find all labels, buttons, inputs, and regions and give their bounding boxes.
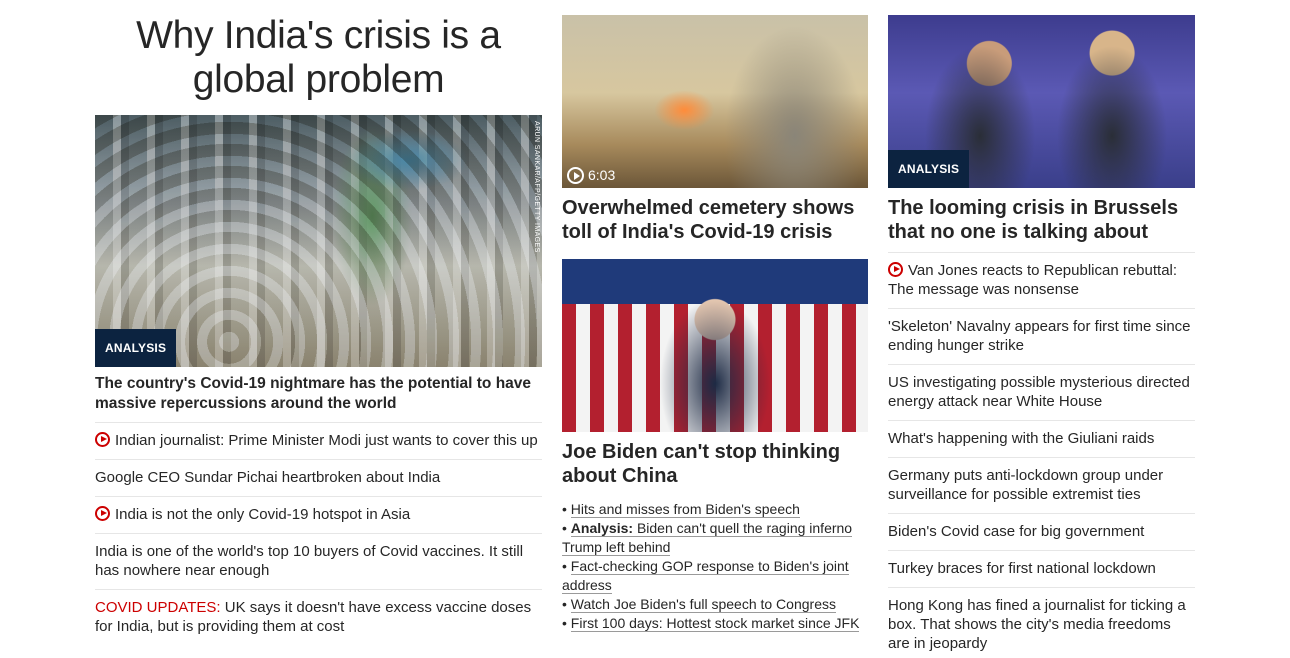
list-item-link[interactable]: What's happening with the Giuliani raids bbox=[888, 430, 1154, 447]
column-right: ANALYSIS The looming crisis in Brussels … bbox=[888, 0, 1195, 658]
biden-headline[interactable]: Joe Biden can't stop thinking about Chin… bbox=[562, 441, 868, 488]
list-item: COVID UPDATES: UK says it doesn't have e… bbox=[95, 589, 542, 645]
photo-credit: ARUN SANKAR/AFP/GETTY IMAGES bbox=[533, 121, 540, 253]
analysis-label: ANALYSIS bbox=[95, 329, 177, 367]
play-circle-icon bbox=[95, 432, 110, 447]
list-item-link[interactable]: India is not the only Covid-19 hotspot i… bbox=[95, 506, 410, 523]
bullet-link[interactable]: First 100 days: Hottest stock market sin… bbox=[570, 615, 860, 632]
biden-image[interactable] bbox=[562, 259, 868, 432]
list-item: Hong Kong has fined a journalist for tic… bbox=[888, 587, 1195, 658]
bullet-prefix: Analysis: bbox=[570, 520, 634, 536]
list-item-link[interactable]: Van Jones reacts to Republican rebuttal:… bbox=[888, 262, 1177, 298]
list-item: India is one of the world's top 10 buyer… bbox=[95, 533, 542, 589]
list-item: Turkey braces for first national lockdow… bbox=[888, 550, 1195, 587]
brussels-headline[interactable]: The looming crisis in Brussels that no o… bbox=[888, 197, 1195, 244]
list-item-link[interactable]: Turkey braces for first national lockdow… bbox=[888, 560, 1156, 577]
play-circle-icon bbox=[95, 506, 110, 521]
headline-list: Van Jones reacts to Republican rebuttal:… bbox=[888, 252, 1195, 658]
list-item-text: Turkey braces for first national lockdow… bbox=[888, 560, 1156, 577]
biden-bullets: • Hits and misses from Biden's speech • A… bbox=[562, 500, 868, 633]
related-list: Indian journalist: Prime Minister Modi j… bbox=[95, 422, 542, 645]
list-item-text: Germany puts anti-lockdown group under s… bbox=[888, 467, 1164, 503]
list-item: US investigating possible mysterious dir… bbox=[888, 364, 1195, 420]
list-item-link[interactable]: Google CEO Sundar Pichai heartbroken abo… bbox=[95, 469, 440, 486]
play-circle-icon bbox=[888, 262, 903, 277]
list-item-text: Google CEO Sundar Pichai heartbroken abo… bbox=[95, 469, 441, 486]
bullet-link[interactable]: Fact-checking GOP response to Biden's jo… bbox=[562, 558, 849, 594]
bullet-link[interactable]: Analysis: Biden can't quell the raging i… bbox=[562, 520, 853, 556]
list-item-text: India is one of the world's top 10 buyer… bbox=[95, 543, 524, 579]
list-item-text: What's happening with the Giuliani raids bbox=[888, 430, 1155, 447]
list-item-text: India is not the only Covid-19 hotspot i… bbox=[115, 506, 411, 523]
list-item-text: Indian journalist: Prime Minister Modi j… bbox=[115, 432, 538, 449]
list-item-link[interactable]: COVID UPDATES: UK says it doesn't have e… bbox=[95, 599, 531, 635]
bullet-item: • First 100 days: Hottest stock market s… bbox=[562, 615, 860, 632]
bullet-text: Fact-checking GOP response to Biden's jo… bbox=[562, 558, 849, 593]
list-item-link[interactable]: Hong Kong has fined a journalist for tic… bbox=[888, 597, 1186, 652]
bullet-text: Hits and misses from Biden's speech bbox=[570, 501, 800, 517]
list-item-text: Hong Kong has fined a journalist for tic… bbox=[888, 597, 1186, 652]
bullet-text: Watch Joe Biden's full speech to Congres… bbox=[570, 596, 836, 612]
list-item: 'Skeleton' Navalny appears for first tim… bbox=[888, 308, 1195, 364]
zone-banner-link[interactable]: Why India's crisis is a global problem bbox=[136, 14, 501, 101]
list-item: Germany puts anti-lockdown group under s… bbox=[888, 457, 1195, 513]
video-thumbnail[interactable]: 6:03 bbox=[562, 15, 868, 188]
list-item-tag: COVID UPDATES: bbox=[95, 599, 221, 616]
bullet-link[interactable]: Watch Joe Biden's full speech to Congres… bbox=[570, 596, 836, 613]
list-item-text: 'Skeleton' Navalny appears for first tim… bbox=[888, 318, 1191, 354]
list-item-link[interactable]: India is one of the world's top 10 buyer… bbox=[95, 543, 523, 579]
column-main: Why India's crisis is a global problem A… bbox=[95, 0, 542, 645]
list-item: Indian journalist: Prime Minister Modi j… bbox=[95, 422, 542, 459]
bullet-item: • Analysis: Biden can't quell the raging… bbox=[562, 520, 853, 556]
bullet-item: • Watch Joe Biden's full speech to Congr… bbox=[562, 596, 836, 613]
list-item-link[interactable]: Indian journalist: Prime Minister Modi j… bbox=[95, 432, 538, 449]
bullet-link[interactable]: Hits and misses from Biden's speech bbox=[570, 501, 800, 518]
list-item-link[interactable]: Biden's Covid case for big government bbox=[888, 523, 1144, 540]
analysis-label: ANALYSIS bbox=[888, 150, 970, 188]
play-circle-icon bbox=[567, 166, 584, 184]
list-item: What's happening with the Giuliani raids bbox=[888, 420, 1195, 457]
video-duration: 6:03 bbox=[567, 165, 615, 185]
list-item-text: US investigating possible mysterious dir… bbox=[888, 374, 1190, 410]
list-item-link[interactable]: 'Skeleton' Navalny appears for first tim… bbox=[888, 318, 1191, 354]
cemetery-headline[interactable]: Overwhelmed cemetery shows toll of India… bbox=[562, 197, 868, 244]
hero-headline[interactable]: The country's Covid-19 nightmare has the… bbox=[95, 374, 542, 414]
cemetery-photo bbox=[562, 15, 868, 188]
list-item-text: Van Jones reacts to Republican rebuttal:… bbox=[888, 262, 1178, 298]
column-middle: 6:03 Overwhelmed cemetery shows toll of … bbox=[562, 0, 868, 633]
list-item: Google CEO Sundar Pichai heartbroken abo… bbox=[95, 459, 542, 496]
hero-image[interactable]: ARUN SANKAR/AFP/GETTY IMAGES ANALYSIS bbox=[95, 115, 542, 367]
brussels-image[interactable]: ANALYSIS bbox=[888, 15, 1195, 188]
list-item-link[interactable]: US investigating possible mysterious dir… bbox=[888, 374, 1190, 410]
bullet-text: First 100 days: Hottest stock market sin… bbox=[570, 615, 860, 631]
duration-text: 6:03 bbox=[588, 167, 616, 183]
list-item-text: Biden's Covid case for big government bbox=[888, 523, 1145, 540]
list-item: India is not the only Covid-19 hotspot i… bbox=[95, 496, 542, 533]
list-item: Van Jones reacts to Republican rebuttal:… bbox=[888, 252, 1195, 308]
list-item: Biden's Covid case for big government bbox=[888, 513, 1195, 550]
zone-banner: Why India's crisis is a global problem bbox=[95, 14, 542, 102]
bullet-item: • Fact-checking GOP response to Biden's … bbox=[562, 558, 849, 594]
biden-photo bbox=[562, 259, 868, 432]
list-item-link[interactable]: Germany puts anti-lockdown group under s… bbox=[888, 467, 1163, 503]
bullet-item: • Hits and misses from Biden's speech bbox=[562, 501, 800, 518]
